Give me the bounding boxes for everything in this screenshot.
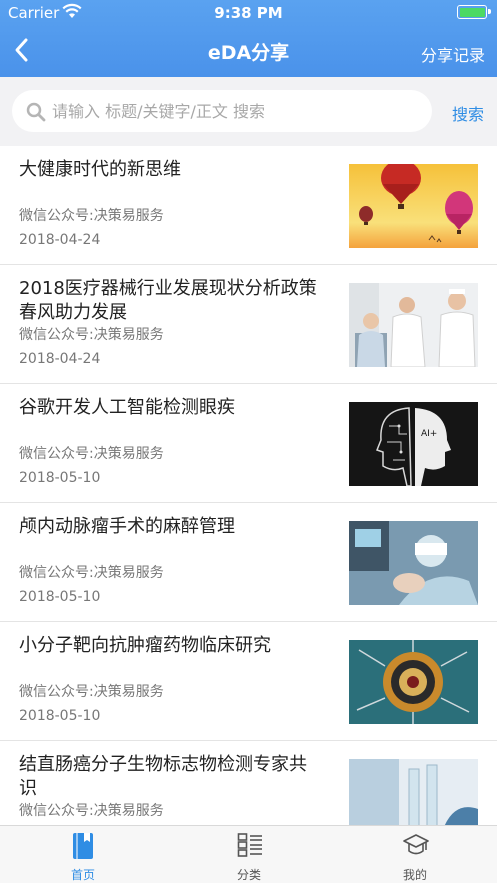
ai-label: AI+: [421, 429, 437, 439]
hot-air-balloons-thumbnail: [349, 164, 478, 248]
navigation-bar: eDA分享 分享记录: [0, 26, 497, 77]
article-date: 2018-05-10: [19, 589, 101, 605]
search-box: [12, 90, 432, 132]
clock: 9:38 PM: [214, 4, 283, 22]
cell-target-thumbnail: [349, 640, 478, 724]
article-source: 微信公众号:决策易服务: [19, 565, 164, 581]
surgery-thumbnail: [349, 521, 478, 605]
article-date: 2018-05-10: [19, 470, 101, 486]
article-title: 大健康时代的新思维: [19, 159, 181, 180]
tab-category[interactable]: 分类: [166, 826, 332, 883]
article-item[interactable]: 大健康时代的新思维 微信公众号:决策易服务 2018-04-24: [0, 146, 497, 265]
tab-home[interactable]: 首页: [0, 826, 166, 883]
lab-test-thumbnail: [349, 759, 478, 825]
article-title: 2018医疗器械行业发展现状分析政策春风助力发展: [19, 278, 317, 323]
tab-category-label: 分类: [236, 868, 261, 882]
article-title: 颅内动脉瘤手术的麻醉管理: [19, 516, 235, 537]
book-icon: [73, 833, 93, 859]
search-input[interactable]: [52, 90, 422, 132]
article-source: 微信公众号:决策易服务: [19, 803, 164, 819]
search-button[interactable]: 搜索: [452, 101, 484, 125]
battery-icon: [457, 5, 491, 19]
article-item[interactable]: 颅内动脉瘤手术的麻醉管理 微信公众号:决策易服务 2018-05-10: [0, 503, 497, 622]
tab-mine[interactable]: 我的: [332, 826, 497, 883]
article-source: 微信公众号:决策易服务: [19, 208, 164, 224]
article-title: 结直肠癌分子生物标志物检测专家共识: [19, 754, 307, 799]
graduation-cap-icon: [403, 834, 429, 855]
search-bar: 搜索: [0, 77, 497, 146]
article-source: 微信公众号:决策易服务: [19, 446, 164, 462]
top-bar: Carrier 9:38 PM eDA分享 分享记录: [0, 0, 497, 77]
article-item[interactable]: 结直肠癌分子生物标志物检测专家共识 微信公众号:决策易服务: [0, 741, 497, 825]
article-list: 大健康时代的新思维 微信公众号:决策易服务 2018-04-24 2018医疗器…: [0, 146, 497, 825]
article-date: 2018-05-10: [19, 708, 101, 724]
share-record-button[interactable]: 分享记录: [421, 42, 485, 66]
article-title: 谷歌开发人工智能检测眼疾: [19, 397, 235, 418]
article-source: 微信公众号:决策易服务: [19, 327, 164, 343]
ai-head-thumbnail: AI+: [349, 402, 478, 486]
tab-home-label: 首页: [70, 868, 95, 882]
article-item[interactable]: 2018医疗器械行业发展现状分析政策春风助力发展 微信公众号:决策易服务 201…: [0, 265, 497, 384]
search-icon: [26, 102, 46, 122]
article-item[interactable]: 谷歌开发人工智能检测眼疾 微信公众号:决策易服务 2018-05-10 AI+: [0, 384, 497, 503]
article-item[interactable]: 小分子靶向抗肿瘤药物临床研究 微信公众号:决策易服务 2018-05-10: [0, 622, 497, 741]
article-source: 微信公众号:决策易服务: [19, 684, 164, 700]
article-title: 小分子靶向抗肿瘤药物临床研究: [19, 635, 271, 656]
article-date: 2018-04-24: [19, 351, 101, 367]
nurses-and-patient-thumbnail: [349, 283, 478, 367]
category-list-icon: [237, 833, 262, 857]
tab-bar: 首页 分类 我的: [0, 825, 497, 883]
status-bar: Carrier 9:38 PM: [0, 0, 497, 26]
tab-mine-label: 我的: [402, 868, 427, 882]
article-date: 2018-04-24: [19, 232, 101, 248]
